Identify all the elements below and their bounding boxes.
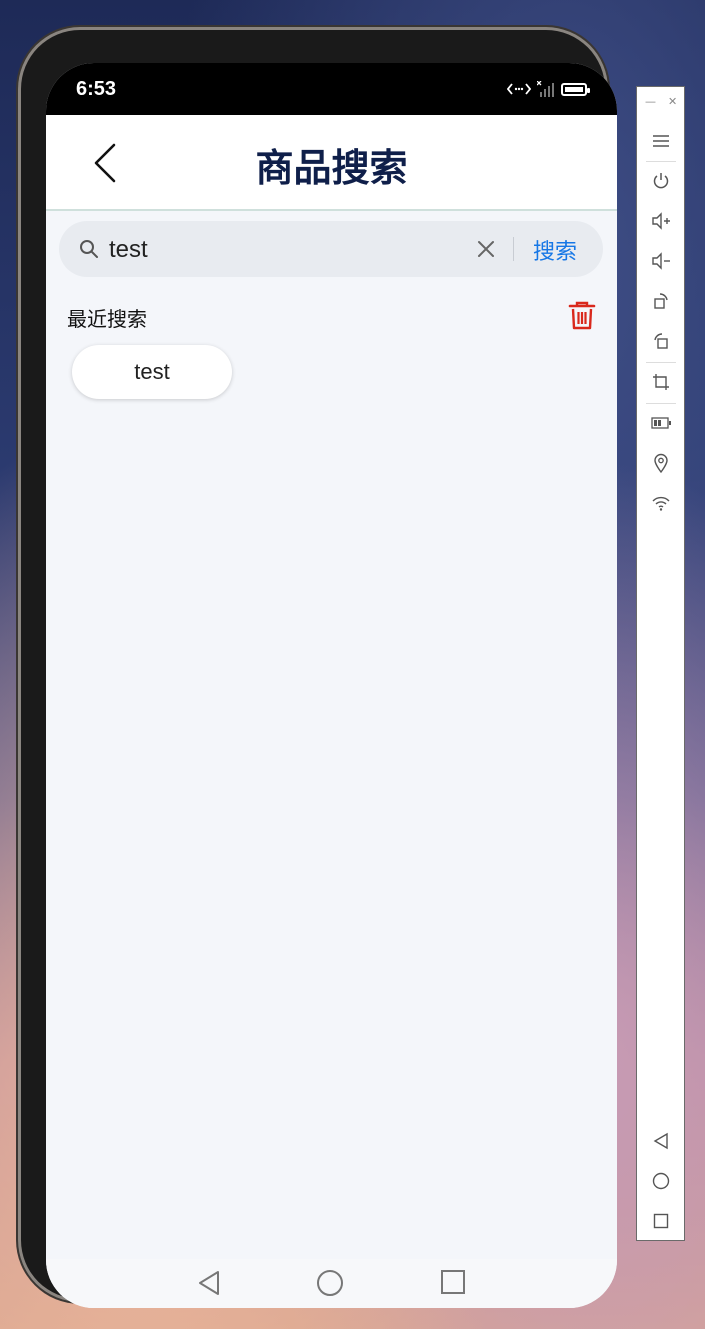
nav-recents-icon[interactable] <box>649 1209 673 1233</box>
volume-up-icon[interactable] <box>649 209 673 233</box>
battery-icon[interactable] <box>649 411 673 435</box>
nav-recents-icon[interactable] <box>440 1269 466 1295</box>
nav-back-icon[interactable] <box>196 1269 222 1297</box>
power-icon[interactable] <box>649 169 673 193</box>
status-bar: 6:53 <box>46 63 617 115</box>
network-icon <box>507 83 531 95</box>
rotate-alt-icon[interactable] <box>649 329 673 353</box>
volume-down-icon[interactable] <box>649 249 673 273</box>
location-icon[interactable] <box>649 451 673 475</box>
toolbar-divider <box>646 403 676 404</box>
clear-history-button[interactable] <box>568 301 596 335</box>
nav-home-icon[interactable] <box>649 1169 673 1193</box>
nav-back-icon[interactable] <box>649 1129 673 1153</box>
phone-frame: 6:53 商品搜索 test 搜索 最近搜索 test <box>18 27 617 1308</box>
minimize-icon[interactable]: — <box>645 95 656 108</box>
search-icon <box>80 240 98 258</box>
status-time: 6:53 <box>76 78 117 100</box>
rotate-icon[interactable] <box>649 289 673 313</box>
search-button[interactable]: 搜索 <box>533 234 577 266</box>
signal-icon <box>537 81 554 97</box>
crop-icon[interactable] <box>649 370 673 394</box>
search-divider <box>513 237 514 261</box>
toolbar-divider <box>646 161 676 162</box>
header-bar: 商品搜索 <box>46 115 617 211</box>
wifi-icon[interactable] <box>649 491 673 515</box>
status-icons <box>507 81 590 97</box>
page-title: 商品搜索 <box>255 146 408 190</box>
search-input[interactable] <box>107 229 411 271</box>
battery-icon <box>561 82 590 96</box>
recent-searches-label: 最近搜索 <box>67 307 147 331</box>
app-screen: 6:53 商品搜索 test 搜索 最近搜索 test <box>46 63 617 1308</box>
menu-icon[interactable] <box>649 129 673 153</box>
history-chip[interactable]: test <box>72 345 232 399</box>
close-icon[interactable]: ✕ <box>668 95 677 108</box>
trash-icon <box>568 301 596 330</box>
search-bar: 搜索 <box>59 221 603 277</box>
clear-search-button[interactable] <box>477 240 495 262</box>
toolbar-divider <box>646 362 676 363</box>
system-nav-bar <box>46 1259 617 1308</box>
nav-home-icon[interactable] <box>316 1269 344 1297</box>
close-icon <box>478 241 494 257</box>
emulator-toolbar: — ✕ <box>636 86 685 1241</box>
